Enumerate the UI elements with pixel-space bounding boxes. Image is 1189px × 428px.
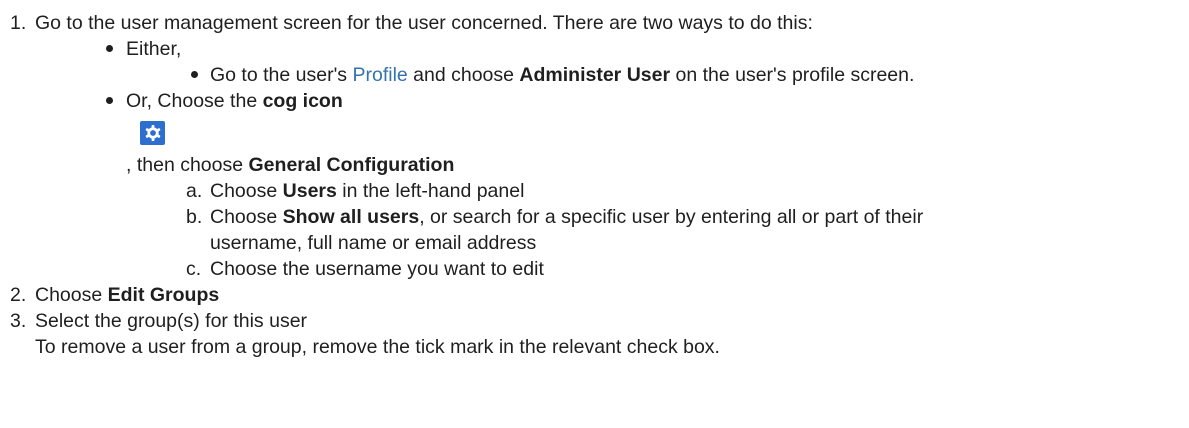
sub-text: and choose — [407, 64, 520, 86]
option-or-prefix: Or, Choose the — [126, 90, 263, 112]
cog-icon — [140, 121, 165, 145]
sub-text: on the user's profile screen. — [670, 64, 915, 86]
step-3-note: To remove a user from a group, remove th… — [35, 336, 720, 358]
option-or-text: Or, Choose the cog icon — [126, 89, 343, 113]
cog-icon-label: cog icon — [262, 90, 343, 112]
substep-b-after: , or search for a specific user by enter… — [419, 206, 924, 228]
substep-b-before: Choose — [210, 206, 283, 228]
option-either-text: Either, — [126, 38, 182, 60]
substep-a-marker: a. — [186, 180, 203, 202]
option-either-sub: Go to the user's Profile and choose Admi… — [210, 63, 914, 87]
administer-user-label: Administer User — [519, 64, 671, 86]
substep-a-text: Choose Users in the left-hand panel — [210, 179, 524, 203]
substep-c-marker: c. — [186, 258, 202, 280]
substep-a-after: in the left-hand panel — [336, 180, 525, 202]
step-2-text: Choose Edit Groups — [35, 283, 219, 307]
show-all-users-label: Show all users — [282, 206, 420, 228]
option-or-then: , then choose General Configuration — [126, 153, 454, 177]
step-2-before: Choose — [35, 284, 108, 306]
profile-link[interactable]: Profile — [352, 64, 407, 86]
sub-text: Go to the user's — [210, 64, 353, 86]
edit-groups-label: Edit Groups — [107, 284, 220, 306]
substep-b-text: Choose Show all users, or search for a s… — [210, 205, 923, 229]
users-label: Users — [282, 180, 337, 202]
bullet — [191, 71, 198, 78]
step-1-marker: 1. — [10, 12, 27, 34]
cog-icon-glyph — [145, 125, 160, 141]
bullet — [106, 97, 113, 104]
bullet — [106, 45, 113, 52]
step-1-text: Go to the user management screen for the… — [35, 12, 813, 34]
step-3-marker: 3. — [10, 310, 27, 332]
substep-b-marker: b. — [186, 206, 203, 228]
then-prefix: , then choose — [126, 154, 249, 176]
step-2-marker: 2. — [10, 284, 27, 306]
general-configuration-label: General Configuration — [248, 154, 455, 176]
substep-a-before: Choose — [210, 180, 283, 202]
step-3-text: Select the group(s) for this user — [35, 310, 308, 332]
substep-c-text: Choose the username you want to edit — [210, 258, 544, 280]
substep-b-continuation: username, full name or email address — [210, 232, 537, 254]
